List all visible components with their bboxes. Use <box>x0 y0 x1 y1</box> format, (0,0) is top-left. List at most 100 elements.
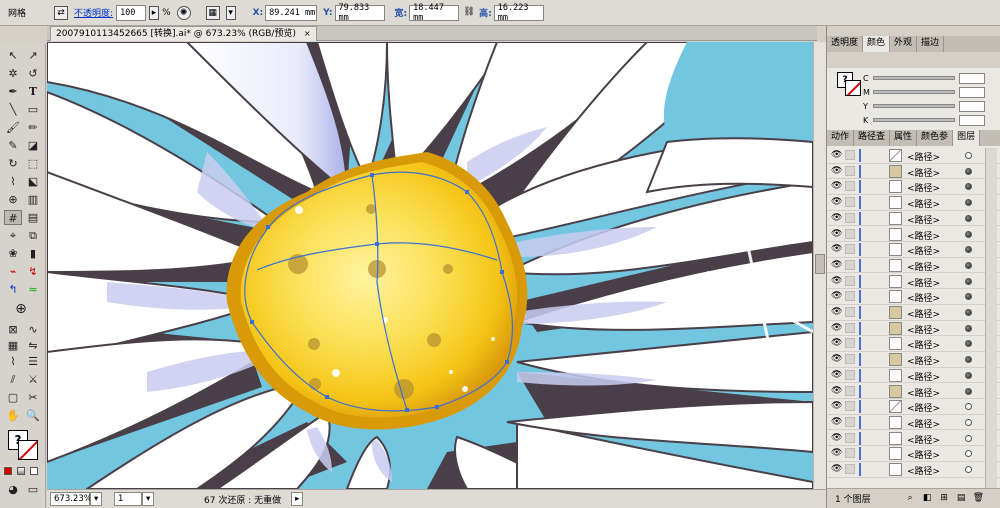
tab-layers[interactable]: 图层 <box>953 130 981 146</box>
target-circle-icon[interactable] <box>965 434 972 442</box>
layer-row[interactable]: 👁 <路径> <box>827 227 1000 242</box>
visibility-eye-icon[interactable]: 👁 <box>831 433 842 443</box>
layer-row[interactable]: 👁 <路径> <box>827 164 1000 180</box>
target-circle-icon[interactable] <box>965 199 972 207</box>
lock-toggle[interactable] <box>845 338 855 349</box>
target-circle-icon[interactable] <box>965 309 972 316</box>
lock-toggle[interactable] <box>845 259 855 270</box>
tab-actions[interactable]: 动作 <box>827 130 855 146</box>
cyan-input[interactable] <box>959 72 985 84</box>
target-circle-icon[interactable] <box>965 403 972 411</box>
column-graph-tool-icon[interactable]: ▮ <box>24 246 42 261</box>
tab-color-guide[interactable]: 颜色参 <box>917 130 954 146</box>
lock-toggle[interactable] <box>845 197 855 208</box>
flare-tool-icon[interactable]: ∿ <box>24 322 42 337</box>
lock-toggle[interactable] <box>845 354 855 365</box>
visibility-eye-icon[interactable]: 👁 <box>831 464 842 474</box>
zoom-dropdown-icon[interactable]: ▾ <box>90 492 102 506</box>
layer-row[interactable]: 👁 <路径> <box>827 321 1000 337</box>
target-circle-icon[interactable] <box>965 230 972 238</box>
fill-stroke-mini-swatch[interactable]: ? <box>837 72 863 98</box>
visibility-eye-icon[interactable]: 👁 <box>831 244 842 254</box>
recolor-icon[interactable]: ✺ <box>176 5 191 20</box>
lock-toggle[interactable] <box>845 212 855 223</box>
warp-tool-icon[interactable]: ⌇ <box>4 174 22 189</box>
opacity-dropdown-icon[interactable]: ▸ <box>149 5 160 20</box>
visibility-eye-icon[interactable]: 👁 <box>831 166 842 176</box>
gradient-mode-icon[interactable] <box>15 464 27 479</box>
layer-row[interactable]: 👁 <路径> <box>827 399 1000 415</box>
knife-tool-icon[interactable]: ⚔ <box>24 372 42 387</box>
draw-mode-icon[interactable]: ◕ <box>4 482 22 497</box>
x-input[interactable]: 89.241 mm <box>265 4 318 21</box>
type-tool-icon[interactable]: T <box>24 84 42 99</box>
target-circle-icon[interactable] <box>965 277 972 285</box>
magic-wand-tool-icon[interactable]: ✲ <box>4 66 22 81</box>
yellow-input[interactable] <box>959 100 985 112</box>
layer-row[interactable]: 👁 <路径> <box>827 462 1000 478</box>
screen-mode-icon[interactable]: ▭ <box>24 482 42 497</box>
lock-toggle[interactable] <box>845 307 855 317</box>
target-circle-icon[interactable] <box>965 183 972 191</box>
cyan-slider[interactable] <box>873 76 955 80</box>
layer-row[interactable]: 👁 <路径> <box>827 242 1000 258</box>
layer-row[interactable]: 👁 <路径> <box>827 179 1000 195</box>
tab-stroke[interactable]: 描边 <box>917 36 945 52</box>
target-circle-icon[interactable] <box>965 261 972 269</box>
none-mode-icon[interactable] <box>28 464 40 479</box>
layer-row[interactable]: 👁 <路径> <box>827 352 1000 368</box>
reference-point-icon[interactable]: ▦ <box>205 5 220 20</box>
yellow-slider[interactable] <box>873 104 955 108</box>
scrollbar-thumb[interactable] <box>815 254 825 274</box>
blob-brush-tool-icon[interactable]: ✎ <box>4 138 22 153</box>
lock-toggle[interactable] <box>845 291 855 302</box>
target-circle-icon[interactable] <box>965 214 972 222</box>
layer-row[interactable]: 👁 <路径> <box>827 211 1000 227</box>
opacity-link[interactable]: 不透明度: <box>74 6 113 19</box>
layer-row[interactable]: 👁 <路径> <box>827 336 1000 352</box>
visibility-eye-icon[interactable]: 👁 <box>831 150 842 160</box>
tab-pathfinder[interactable]: 路径查 <box>854 130 891 146</box>
pencil-tool-icon[interactable]: ✏ <box>24 120 42 135</box>
color-mode-icon[interactable] <box>2 464 14 479</box>
visibility-eye-icon[interactable]: 👁 <box>831 323 842 333</box>
lock-toggle[interactable] <box>845 150 855 160</box>
visibility-eye-icon[interactable]: 👁 <box>831 213 842 223</box>
target-circle-icon[interactable] <box>965 152 972 159</box>
rectangle-tool-icon[interactable]: ▭ <box>24 102 42 117</box>
layer-row[interactable]: 👁 <路径> <box>827 431 1000 447</box>
magenta-input[interactable] <box>959 86 985 98</box>
document-tab[interactable]: 2007910113452665 [转换].ai* @ 673.23% (RGB… <box>50 26 317 41</box>
delete-layer-icon[interactable]: 🗑 <box>973 493 984 504</box>
visibility-eye-icon[interactable]: 👁 <box>831 448 842 458</box>
lock-toggle[interactable] <box>845 165 855 176</box>
reference-dropdown-icon[interactable]: ▾ <box>225 5 236 20</box>
rotate-tool-icon[interactable]: ↻ <box>4 156 22 171</box>
lock-toggle[interactable] <box>845 275 855 286</box>
target-circle-icon[interactable] <box>965 324 972 332</box>
visibility-eye-icon[interactable]: 👁 <box>831 370 842 380</box>
visibility-eye-icon[interactable]: 👁 <box>831 401 842 411</box>
slice-tool-icon[interactable]: ↯ <box>24 264 42 279</box>
black-input[interactable] <box>959 114 985 126</box>
visibility-eye-icon[interactable]: 👁 <box>831 291 842 301</box>
visibility-eye-icon[interactable]: 👁 <box>831 417 842 427</box>
blend-tool-icon[interactable]: ⧉ <box>24 228 42 243</box>
eyedropper-tool-icon[interactable]: ⌖ <box>4 228 22 243</box>
direct-selection-tool-icon[interactable]: ↗ <box>24 48 42 63</box>
y-input[interactable]: 79.833 mm <box>334 3 385 23</box>
layer-row[interactable]: 👁 <路径> <box>827 368 1000 384</box>
locate-object-icon[interactable]: ⌕ <box>905 493 916 504</box>
pen-tool-icon[interactable]: ✒ <box>4 84 22 99</box>
lock-toggle[interactable] <box>845 322 855 333</box>
target-circle-icon[interactable] <box>965 167 972 175</box>
hand-tool-icon[interactable]: ⊕ <box>12 302 30 317</box>
chart-tool-icon[interactable]: ▦ <box>4 338 22 353</box>
hand-grab-tool-icon[interactable]: ✋ <box>4 408 22 423</box>
make-clipping-mask-icon[interactable]: ◧ <box>922 493 933 504</box>
lock-toggle[interactable] <box>845 369 855 380</box>
layer-row[interactable]: 👁 <路径> <box>827 384 1000 399</box>
visibility-eye-icon[interactable]: 👁 <box>831 229 842 239</box>
layer-row[interactable]: 👁 <路径> <box>827 289 1000 305</box>
constrain-proportions-icon[interactable]: ⛓ <box>462 6 476 20</box>
